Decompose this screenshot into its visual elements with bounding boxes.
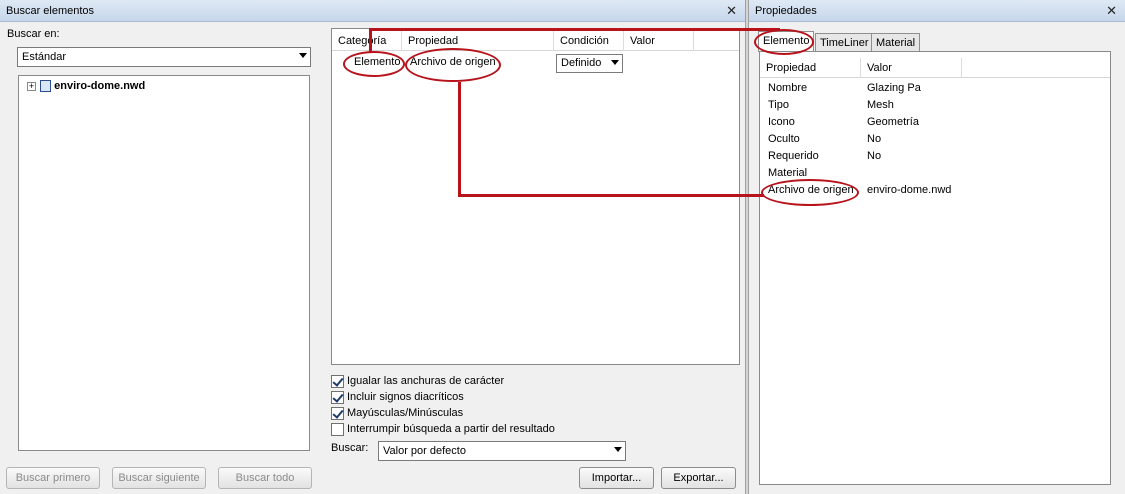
- prop-value-icono: Geometría: [867, 116, 919, 128]
- option-prune-below[interactable]: Interrumpir búsqueda a partir del result…: [331, 422, 555, 437]
- condition-value: Definido: [561, 57, 602, 69]
- find-window-title: Buscar elementos: [6, 5, 95, 17]
- find-all-button[interactable]: Buscar todo: [218, 467, 312, 489]
- conditions-header: Categoría Propiedad Condición Valor: [332, 31, 739, 51]
- prop-name-tipo: Tipo: [768, 99, 789, 111]
- prop-value-oculto: No: [867, 133, 882, 145]
- prop-value-nombre: Glazing Pa: [867, 82, 921, 94]
- option-label: Mayúsculas/Minúsculas: [347, 407, 464, 419]
- col-value[interactable]: Valor: [624, 31, 694, 51]
- tab-timeliner[interactable]: TimeLiner: [815, 33, 874, 52]
- col-prop-value[interactable]: Valor: [861, 58, 962, 78]
- find-window-close-icon[interactable]: ✕: [726, 0, 737, 22]
- window-divider: [745, 0, 749, 494]
- checkbox-prune-below[interactable]: [331, 423, 344, 436]
- prop-name-nombre: Nombre: [768, 82, 808, 94]
- prop-value-tipo: Mesh: [867, 99, 894, 111]
- checkbox-match-case[interactable]: [331, 407, 344, 420]
- row-category[interactable]: Elemento: [354, 56, 400, 68]
- search-in-dropdown[interactable]: Estándar: [17, 47, 311, 67]
- properties-close-icon[interactable]: ✕: [1106, 0, 1117, 22]
- col-condition[interactable]: Condición: [554, 31, 624, 51]
- selection-tree[interactable]: + enviro-dome.nwd: [18, 75, 310, 451]
- checkbox-match-width[interactable]: [331, 375, 344, 388]
- prop-name-requerido: Requerido: [768, 150, 819, 162]
- row-property[interactable]: Archivo de origen: [410, 56, 496, 68]
- find-first-button[interactable]: Buscar primero: [6, 467, 100, 489]
- option-match-case[interactable]: Mayúsculas/Minúsculas: [331, 406, 463, 421]
- properties-header: Propiedad Valor: [760, 58, 1110, 78]
- prop-name-oculto: Oculto: [768, 133, 800, 145]
- option-label: Igualar las anchuras de carácter: [347, 375, 505, 387]
- prop-name-icono: Icono: [768, 116, 795, 128]
- col-prop-name[interactable]: Propiedad: [760, 58, 861, 78]
- col-property[interactable]: Propiedad: [402, 31, 554, 51]
- condition-dropdown[interactable]: Definido: [556, 54, 623, 73]
- tree-item[interactable]: + enviro-dome.nwd: [27, 79, 145, 93]
- option-diacritics[interactable]: Incluir signos diacríticos: [331, 390, 464, 405]
- properties-titlebar: Propiedades ✕: [749, 0, 1125, 22]
- chevron-down-icon: [611, 60, 619, 65]
- prop-name-archivo: Archivo de origen: [768, 184, 854, 196]
- option-label: Interrumpir búsqueda a partir del result…: [347, 423, 555, 435]
- chevron-down-icon: [614, 447, 622, 452]
- expand-icon[interactable]: +: [27, 81, 36, 91]
- prop-value-archivo: enviro-dome.nwd: [867, 184, 952, 196]
- properties-grid[interactable]: Propiedad Valor: [759, 51, 1111, 485]
- file-icon: [40, 80, 52, 93]
- prop-name-material: Material: [768, 167, 808, 179]
- search-in-label: Buscar en:: [7, 28, 60, 40]
- col-category[interactable]: Categoría: [332, 31, 402, 51]
- find-next-button[interactable]: Buscar siguiente: [112, 467, 206, 489]
- checkbox-diacritics[interactable]: [331, 391, 344, 404]
- export-button[interactable]: Exportar...: [661, 467, 736, 489]
- chevron-down-icon: [299, 53, 307, 58]
- tree-item-label: enviro-dome.nwd: [54, 80, 146, 92]
- properties-title: Propiedades: [755, 5, 817, 17]
- option-match-width[interactable]: Igualar las anchuras de carácter: [331, 374, 504, 389]
- search-in-value: Estándar: [22, 51, 67, 63]
- search-mode-value: Valor por defecto: [383, 445, 466, 457]
- search-mode-dropdown[interactable]: Valor por defecto: [378, 441, 626, 461]
- tab-element[interactable]: Elemento: [758, 31, 815, 52]
- condition-row[interactable]: Elemento Archivo de origen Definido: [332, 53, 739, 75]
- option-label: Incluir signos diacríticos: [347, 391, 464, 403]
- import-button[interactable]: Importar...: [579, 467, 654, 489]
- conditions-grid[interactable]: Categoría Propiedad Condición Valor Elem…: [331, 28, 740, 365]
- search-label: Buscar:: [331, 442, 369, 454]
- prop-value-requerido: No: [867, 150, 882, 162]
- tab-material[interactable]: Material: [871, 33, 921, 52]
- find-window-titlebar: Buscar elementos ✕: [0, 0, 745, 22]
